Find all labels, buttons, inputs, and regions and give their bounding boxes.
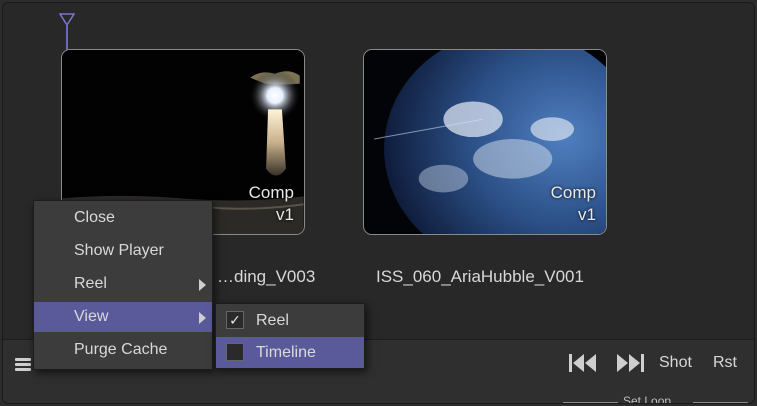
menu-item-label: Reel <box>74 275 107 292</box>
menu-item-label: View <box>74 308 109 325</box>
clip-overlay-2: Comp v1 <box>551 182 596 226</box>
set-loop-button[interactable]: Set Loop <box>623 394 671 403</box>
menu-item-label: Show Player <box>74 242 164 259</box>
checkbox-icon[interactable] <box>226 343 244 361</box>
skip-to-start-icon[interactable] <box>566 352 602 374</box>
context-menu: Close Show Player Reel View Purge Cache <box>33 200 213 370</box>
clip-thumbnail-2[interactable]: Comp v1 <box>363 49 607 235</box>
menu-item-view[interactable]: View <box>34 302 212 332</box>
reset-button[interactable]: Rst <box>713 354 737 372</box>
submenu-arrow-icon <box>199 312 206 324</box>
clip-name-2: ISS_060_AriaHubble_V001 <box>376 267 584 286</box>
view-submenu: ✓ Reel Timeline <box>215 303 365 369</box>
menu-item-label: Purge Cache <box>74 341 168 358</box>
menu-item-label: Close <box>74 209 115 226</box>
menu-item-close[interactable]: Close <box>34 203 212 233</box>
skip-to-end-icon[interactable] <box>613 352 649 374</box>
clip-name-1: …ding_V003 <box>217 267 316 286</box>
clip-version-label: v1 <box>578 205 596 224</box>
submenu-item-label: Reel <box>256 312 289 329</box>
clip-type-label: Comp <box>550 183 596 202</box>
hamburger-menu-icon[interactable] <box>15 358 31 372</box>
menu-item-reel[interactable]: Reel <box>34 269 212 299</box>
menu-item-purge-cache[interactable]: Purge Cache <box>34 335 212 365</box>
clip-version-label: v1 <box>276 205 294 224</box>
shot-button[interactable]: Shot <box>659 354 692 372</box>
set-loop-divider-right <box>693 402 748 403</box>
playlist-panel: Comp v1 …ding_V003 Comp v1 ISS_060_AriaH… <box>2 2 755 404</box>
clip-overlay-1: Comp v1 <box>249 182 294 226</box>
submenu-item-reel[interactable]: ✓ Reel <box>216 305 364 336</box>
clip-type-label: Comp <box>248 183 294 202</box>
submenu-item-timeline[interactable]: Timeline <box>216 337 364 368</box>
submenu-item-label: Timeline <box>256 344 316 361</box>
check-icon[interactable]: ✓ <box>226 311 244 329</box>
set-loop-divider-left <box>563 402 618 403</box>
submenu-arrow-icon <box>199 279 206 291</box>
menu-item-show-player[interactable]: Show Player <box>34 236 212 266</box>
